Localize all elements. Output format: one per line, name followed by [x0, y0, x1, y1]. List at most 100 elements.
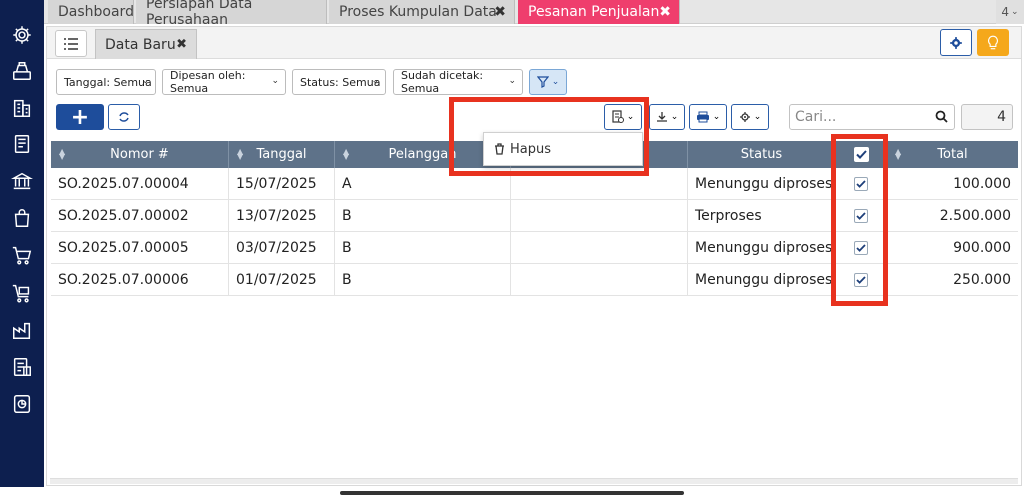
content-panel: Data Baru ✖ Tanggal: Semua ⌄ Dipesan oleh…: [46, 26, 1022, 486]
close-icon[interactable]: ✖: [659, 4, 671, 20]
gear-icon[interactable]: [11, 24, 33, 46]
chevron-down-icon: ⌄: [371, 76, 379, 86]
cell-select: [836, 168, 887, 200]
filter-sudah-dicetak[interactable]: Sudah dicetak: Semua ⌄: [393, 69, 523, 95]
cell-nomor: SO.2025.07.00005: [51, 232, 229, 264]
filter-dipesan-oleh[interactable]: Dipesan oleh: Semua ⌄: [162, 69, 286, 95]
check-icon: [856, 212, 866, 220]
gear-icon: [739, 112, 750, 122]
menu-item-hapus[interactable]: Hapus: [510, 142, 551, 157]
chevron-down-icon: ⌄: [712, 112, 721, 122]
tab-persiapan-data[interactable]: Persiapan Data Perusahaan: [136, 0, 327, 28]
bank-icon[interactable]: [11, 170, 33, 192]
batch-process-button[interactable]: ⌄: [604, 104, 642, 130]
sidebar: [0, 0, 44, 487]
subtab-data-baru[interactable]: Data Baru ✖: [95, 29, 197, 59]
refresh-icon: [119, 112, 129, 122]
tab-pesanan-penjualan[interactable]: Pesanan Penjualan ✖: [518, 0, 680, 24]
table-row[interactable]: SO.2025.07.00005 03/07/2025 B Menunggu d…: [51, 232, 1018, 264]
document-process-icon: [612, 110, 624, 123]
row-checkbox[interactable]: [854, 209, 868, 223]
trash-icon: [495, 143, 504, 155]
funnel-icon: [536, 76, 549, 88]
horizontal-scrollbar[interactable]: [50, 478, 1018, 484]
row-checkbox[interactable]: [854, 273, 868, 287]
cell-select: [836, 232, 887, 264]
cell-status: Menunggu diproses: [688, 168, 836, 200]
refresh-button[interactable]: [108, 104, 140, 130]
row-checkbox[interactable]: [854, 241, 868, 255]
download-button[interactable]: ⌄: [649, 104, 685, 130]
cell-pelanggan: B: [335, 264, 511, 296]
cell-total: 100.000: [953, 176, 1011, 192]
close-icon[interactable]: ✖: [176, 37, 187, 52]
tab-overflow-count[interactable]: 4 ⌄: [996, 0, 1024, 24]
gear-icon: [950, 36, 962, 49]
settings-button[interactable]: [940, 29, 972, 56]
subtab-label: Data Baru: [105, 36, 176, 53]
tab-label: Dashboard: [58, 4, 134, 20]
close-icon[interactable]: ✖: [494, 4, 506, 20]
search-input[interactable]: Cari...: [789, 104, 955, 130]
sort-icon: ▲ ▼: [59, 147, 66, 161]
tab-proses-kumpulan-data[interactable]: Proses Kumpulan Data ✖: [329, 0, 515, 24]
print-button[interactable]: ⌄: [689, 104, 727, 130]
cell-tanggal: 01/07/2025: [229, 264, 335, 296]
sort-icon: ▲ ▼: [343, 147, 350, 161]
sort-icon: ▲ ▼: [237, 147, 244, 161]
cell-pelanggan: A: [335, 168, 511, 200]
column-nomor[interactable]: ▲ ▼ Nomor #: [51, 141, 229, 168]
cell-status: Menunggu diproses: [688, 264, 836, 296]
row-checkbox[interactable]: [854, 177, 868, 191]
list-icon: [64, 37, 78, 50]
cell-total: 2.500.000: [939, 208, 1011, 224]
tips-button[interactable]: [977, 29, 1009, 56]
filter-tanggal[interactable]: Tanggal: Semua ⌄: [56, 69, 156, 95]
chevron-down-icon: ⌄: [141, 76, 149, 86]
book-icon[interactable]: [11, 133, 33, 155]
tab-label: Persiapan Data Perusahaan: [146, 0, 253, 28]
tax-report-icon[interactable]: [11, 356, 33, 378]
record-count: 4: [961, 104, 1013, 130]
chart-report-icon[interactable]: [11, 393, 33, 415]
factory-icon[interactable]: [11, 319, 33, 341]
column-select-all[interactable]: [836, 141, 887, 168]
cell-status: Terproses: [688, 200, 836, 232]
filter-status[interactable]: Status: Semua ⌄: [292, 69, 386, 95]
sort-icon: ▲ ▼: [895, 147, 902, 161]
table-row[interactable]: SO.2025.07.00004 15/07/2025 A Menunggu d…: [51, 168, 1018, 200]
check-icon: [856, 180, 866, 188]
chevron-down-icon: ⌄: [271, 76, 279, 86]
cell-blank: [511, 232, 688, 264]
cell-blank: [511, 200, 688, 232]
column-tanggal[interactable]: ▲ ▼ Tanggal: [229, 141, 335, 168]
cell-tanggal: 13/07/2025: [229, 200, 335, 232]
select-all-checkbox[interactable]: [853, 147, 869, 162]
lightbulb-icon: [988, 35, 998, 49]
table-settings-button[interactable]: ⌄: [731, 104, 769, 130]
download-icon: [656, 112, 667, 122]
cashier-icon[interactable]: [11, 60, 33, 82]
cart-icon[interactable]: [11, 244, 33, 266]
cell-status: Menunggu diproses: [688, 232, 836, 264]
cell-select: [836, 264, 887, 296]
cell-total: 900.000: [953, 240, 1011, 256]
column-total[interactable]: ▲ ▼ Total: [887, 141, 1018, 168]
cell-nomor: SO.2025.07.00006: [51, 264, 229, 296]
check-icon: [856, 244, 866, 252]
add-button[interactable]: +: [56, 104, 104, 130]
search-icon: [935, 110, 948, 123]
shopping-bag-icon[interactable]: [11, 207, 33, 229]
list-view-button[interactable]: [55, 30, 87, 57]
table-row[interactable]: SO.2025.07.00006 01/07/2025 B Menunggu d…: [51, 264, 1018, 296]
cell-nomor: SO.2025.07.00002: [51, 200, 229, 232]
filter-toggle-button[interactable]: ⌄: [529, 69, 567, 95]
batch-action-menu: Hapus: [483, 132, 643, 166]
table-row[interactable]: SO.2025.07.00002 13/07/2025 B Terproses …: [51, 200, 1018, 232]
chevron-down-icon: ⌄: [753, 112, 762, 122]
tab-dashboard[interactable]: Dashboard: [48, 0, 134, 24]
column-status[interactable]: Status: [688, 141, 836, 168]
building-icon[interactable]: [11, 97, 33, 119]
cell-pelanggan: B: [335, 232, 511, 264]
inventory-cart-icon[interactable]: [11, 282, 33, 304]
